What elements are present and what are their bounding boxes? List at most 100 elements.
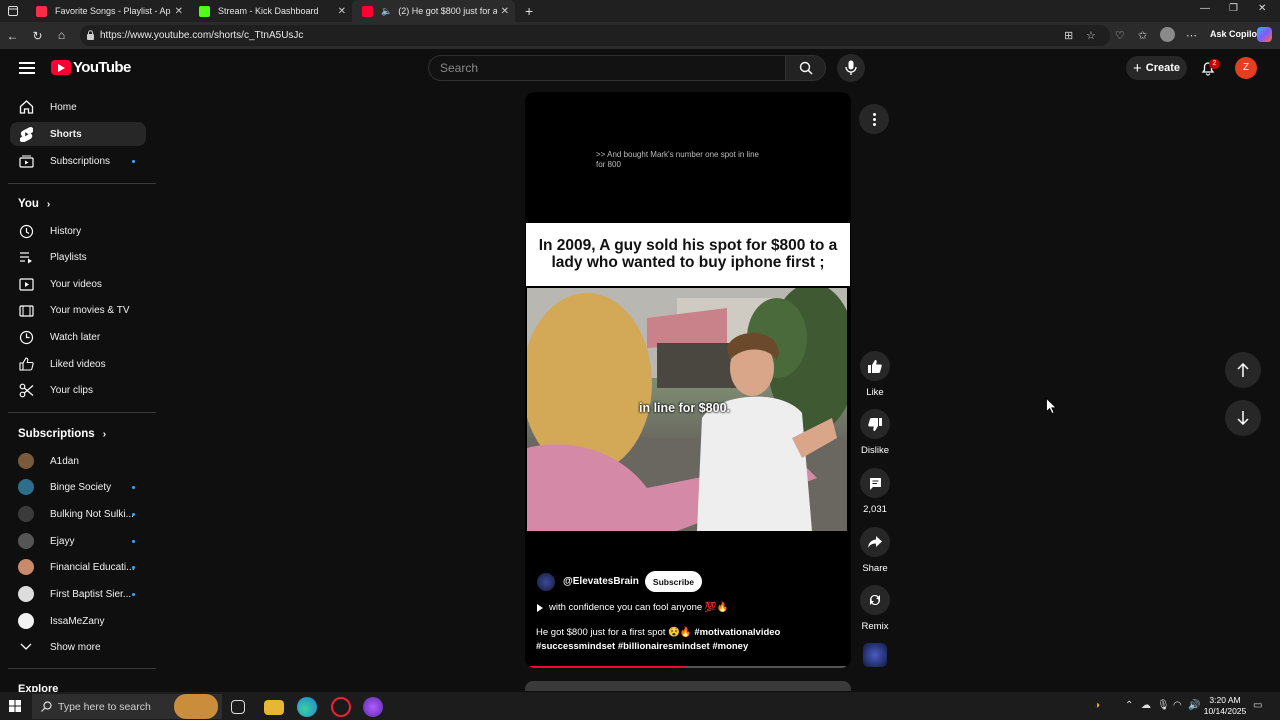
home-icon: [18, 99, 34, 115]
video-subtitle-text: in line for $800.: [639, 401, 731, 415]
previous-short-button[interactable]: [1225, 352, 1261, 388]
minimize-icon[interactable]: —: [1200, 3, 1210, 14]
volume-icon[interactable]: 🔊: [1188, 700, 1200, 711]
plus-icon: +: [1132, 59, 1142, 77]
sidebar-item-history[interactable]: History: [10, 219, 146, 243]
description-text: He got $800 just for a first spot 😵🔥: [536, 627, 695, 638]
subscriptions-header-label: Subscriptions: [18, 428, 95, 440]
task-view-icon[interactable]: [231, 700, 245, 714]
next-short-button[interactable]: [1225, 400, 1261, 436]
show-hidden-icons-icon[interactable]: ⌃: [1125, 700, 1133, 711]
sidebar-item-label: Home: [50, 101, 77, 113]
subscription-channel[interactable]: Ejayy: [10, 529, 146, 553]
notification-app-icon[interactable]: ◑: [1094, 700, 1100, 711]
lock-icon: [87, 30, 94, 40]
browser-tab-active[interactable]: 🔈 (2) He got $800 just for a first spot …: [352, 0, 515, 22]
remix-button[interactable]: Remix: [858, 585, 892, 632]
youtube-favicon-icon: [362, 5, 373, 17]
comments-button[interactable]: 2,031: [858, 468, 892, 515]
tab-actions-icon[interactable]: [0, 0, 26, 22]
show-more-button[interactable]: Show more: [10, 635, 146, 659]
edge-browser-icon[interactable]: [297, 697, 317, 717]
favorites-icon[interactable]: ✩: [1138, 29, 1147, 42]
like-button[interactable]: Like: [858, 351, 892, 398]
search-icon: [41, 701, 52, 712]
next-short-preview[interactable]: [525, 681, 851, 691]
video-frame[interactable]: in line for $800.: [527, 288, 847, 531]
youtube-wordmark[interactable]: YouTube: [73, 59, 131, 76]
network-icon[interactable]: ◠: [1173, 700, 1182, 711]
close-tab-icon[interactable]: ✕: [175, 6, 183, 17]
channel-name-link[interactable]: @ElevatesBrain: [563, 576, 639, 587]
sidebar-item-watch-later[interactable]: Watch later: [10, 325, 146, 349]
sidebar-item-your-clips[interactable]: Your clips: [10, 378, 146, 402]
video-progress-bar[interactable]: [530, 666, 846, 668]
subscriptions-section-header[interactable]: Subscriptions ›: [18, 428, 106, 440]
taskbar-clock[interactable]: 3:20 AM 10/14/2025: [1201, 695, 1249, 717]
remix-icon: [860, 585, 890, 615]
settings-more-icon[interactable]: ⋯: [1186, 29, 1197, 42]
youtube-logo-icon[interactable]: [51, 60, 71, 75]
video-description[interactable]: He got $800 just for a first spot 😵🔥 #mo…: [536, 626, 836, 653]
browser-essentials-icon[interactable]: ♡: [1115, 29, 1125, 42]
search-input[interactable]: [428, 55, 786, 81]
restore-icon[interactable]: ❐: [1229, 3, 1238, 14]
voice-search-button[interactable]: [837, 54, 865, 82]
speaker-icon[interactable]: 🔈: [381, 6, 392, 17]
app-available-icon[interactable]: ⊞: [1064, 29, 1073, 42]
subscription-channel[interactable]: Binge Society: [10, 475, 146, 499]
subscribe-button[interactable]: Subscribe: [644, 571, 703, 592]
subscription-channel[interactable]: A1dan: [10, 449, 146, 473]
music-row[interactable]: with confidence you can fool anyone 💯🔥: [537, 602, 728, 613]
ask-copilot-button[interactable]: Ask Copilot: [1210, 29, 1260, 39]
subscription-channel[interactable]: Bulking Not Sulki...: [10, 502, 146, 526]
search-highlight-icon[interactable]: [174, 694, 218, 719]
close-window-icon[interactable]: ✕: [1258, 3, 1266, 14]
channel-avatar[interactable]: [537, 572, 555, 591]
close-tab-icon[interactable]: ✕: [338, 6, 346, 17]
sidebar-item-playlists[interactable]: Playlists: [10, 245, 146, 269]
subscription-channel[interactable]: IssaMeZany: [10, 609, 146, 633]
you-section-header[interactable]: You ›: [18, 198, 50, 210]
more-options-button[interactable]: [859, 104, 889, 134]
profile-icon[interactable]: [1160, 27, 1175, 42]
discord-app-icon[interactable]: [363, 697, 383, 717]
home-browser-icon[interactable]: ⌂: [49, 28, 74, 42]
new-tab-icon[interactable]: +: [525, 3, 533, 19]
play-icon: [537, 603, 543, 612]
divider: [8, 183, 156, 184]
file-explorer-icon[interactable]: [264, 700, 284, 715]
back-icon[interactable]: ←: [0, 29, 25, 43]
sound-thumbnail[interactable]: [863, 643, 887, 667]
hamburger-menu-icon[interactable]: [19, 62, 35, 74]
copilot-icon[interactable]: [1257, 27, 1272, 42]
channel-avatar: [18, 586, 34, 602]
onedrive-icon[interactable]: ☁: [1141, 700, 1151, 711]
subscription-channel[interactable]: First Baptist Sier...: [10, 582, 146, 606]
dislike-button[interactable]: Dislike: [858, 409, 892, 456]
browser-tab[interactable]: Stream - Kick Dashboard ✕: [189, 0, 352, 22]
search-icon: [799, 61, 813, 75]
windows-start-icon[interactable]: [9, 700, 21, 712]
account-avatar[interactable]: Z: [1235, 57, 1257, 79]
channel-label: A1dan: [50, 455, 79, 467]
search-button[interactable]: [786, 55, 826, 81]
share-button[interactable]: Share: [858, 527, 892, 574]
shorts-player[interactable]: >> And bought Mark's number one spot in …: [525, 92, 851, 668]
sidebar-item-your-videos[interactable]: Your videos: [10, 272, 146, 296]
browser-tab[interactable]: Favorite Songs - Playlist - Apple Music …: [26, 0, 189, 22]
favorite-star-icon[interactable]: ☆: [1086, 29, 1096, 42]
refresh-icon[interactable]: ↻: [25, 29, 50, 43]
microphone-tray-icon[interactable]: 🎙: [1157, 700, 1170, 711]
sidebar-item-shorts[interactable]: Shorts: [10, 122, 146, 146]
close-tab-icon[interactable]: ✕: [501, 6, 509, 17]
sidebar-item-movies[interactable]: Your movies & TV: [10, 298, 146, 322]
action-center-icon[interactable]: ▭: [1253, 700, 1262, 711]
obs-icon[interactable]: [331, 697, 351, 717]
url-field[interactable]: https://www.youtube.com/shorts/c_TtnA5Us…: [80, 25, 1110, 46]
create-button[interactable]: + Create: [1126, 56, 1187, 80]
sidebar-item-liked-videos[interactable]: Liked videos: [10, 352, 146, 376]
sidebar-item-home[interactable]: Home: [10, 95, 146, 119]
sidebar-item-subscriptions[interactable]: Subscriptions: [10, 149, 146, 173]
subscription-channel[interactable]: Financial Educati...: [10, 555, 146, 579]
